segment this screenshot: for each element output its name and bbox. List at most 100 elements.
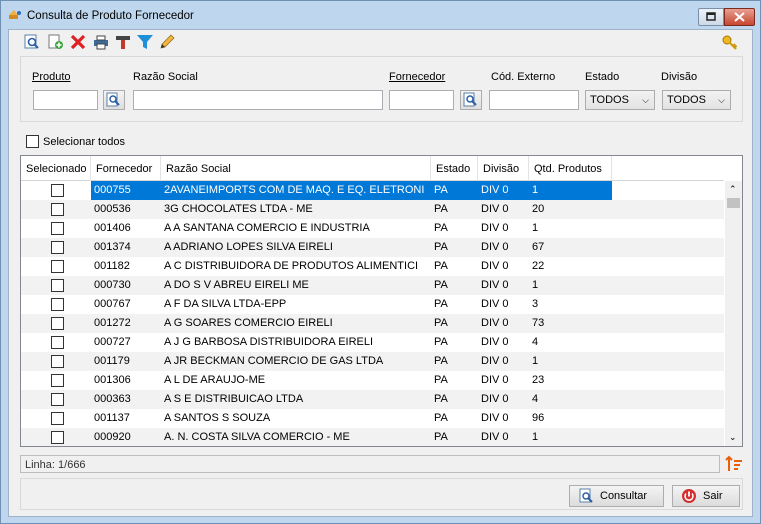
- cell-qtd: 22: [532, 260, 545, 272]
- row-checkbox[interactable]: [51, 374, 64, 387]
- row-checkbox[interactable]: [51, 412, 64, 425]
- column-header-divisao[interactable]: Divisão: [478, 156, 529, 181]
- button-panel: Consultar Sair: [20, 478, 743, 510]
- cell-fornecedor: 000363: [94, 393, 131, 405]
- cell-estado: PA: [434, 260, 448, 272]
- cell-estado: PA: [434, 222, 448, 234]
- chevron-down-icon: ⌵: [718, 95, 725, 105]
- table-row[interactable]: 001182 A C DISTRIBUIDORA DE PRODUTOS ALIM…: [21, 257, 724, 276]
- row-checkbox[interactable]: [51, 336, 64, 349]
- row-checkbox[interactable]: [51, 203, 64, 216]
- cell-qtd: 96: [532, 412, 545, 424]
- cod-externo-input[interactable]: [489, 90, 579, 110]
- column-header-estado[interactable]: Estado: [431, 156, 478, 181]
- table-row[interactable]: 000920 A. N. COSTA SILVA COMERCIO - ME PA D…: [21, 428, 724, 446]
- sair-button[interactable]: Sair: [672, 485, 740, 507]
- row-checkbox[interactable]: [51, 393, 64, 406]
- key-icon[interactable]: [721, 34, 739, 52]
- table-row[interactable]: 000727 A J G BARBOSA DISTRIBUIDORA EIRELI…: [21, 333, 724, 352]
- cell-razao: A. N. COSTA SILVA COMERCIO - ME: [164, 431, 350, 443]
- window-title: Consulta de Produto Fornecedor: [27, 10, 194, 22]
- filter-icon[interactable]: [136, 33, 154, 51]
- supplier-grid[interactable]: Selecionado Fornecedor Razão Social Esta…: [20, 155, 743, 447]
- produto-lookup-button[interactable]: [103, 90, 125, 110]
- row-select-cell: [21, 238, 91, 257]
- column-header-selecionado[interactable]: Selecionado: [21, 156, 91, 181]
- cod-externo-label: Cód. Externo: [491, 71, 556, 83]
- row-checkbox[interactable]: [51, 431, 64, 444]
- cell-estado: PA: [434, 336, 448, 348]
- cell-divisao: DIV 0: [481, 393, 509, 405]
- sort-icon[interactable]: [725, 455, 743, 473]
- row-checkbox[interactable]: [51, 241, 64, 254]
- print-icon[interactable]: [92, 33, 110, 51]
- cell-fornecedor: 001406: [94, 222, 131, 234]
- cell-qtd: 20: [532, 203, 545, 215]
- scroll-down-icon[interactable]: ⌄: [729, 432, 737, 443]
- divisao-select[interactable]: TODOS ⌵: [662, 90, 731, 110]
- tools-icon[interactable]: [114, 33, 132, 51]
- table-row[interactable]: 000536 3G CHOCOLATES LTDA - ME PA DIV 0 20: [21, 200, 724, 219]
- row-checkbox[interactable]: [51, 260, 64, 273]
- cell-divisao: DIV 0: [481, 374, 509, 386]
- scroll-thumb[interactable]: [727, 198, 740, 208]
- produto-input[interactable]: [33, 90, 98, 110]
- scroll-up-icon[interactable]: ⌃: [729, 184, 737, 195]
- cell-qtd: 67: [532, 241, 545, 253]
- close-button[interactable]: [724, 8, 755, 26]
- cell-fornecedor: 001306: [94, 374, 131, 386]
- chevron-down-icon: ⌵: [642, 95, 649, 105]
- cell-divisao: DIV 0: [478, 181, 529, 200]
- row-checkbox[interactable]: [51, 298, 64, 311]
- row-select-cell: [21, 409, 91, 428]
- search-icon: [463, 92, 477, 107]
- column-header-qtd-produtos[interactable]: Qtd. Produtos: [529, 156, 612, 181]
- fornecedor-label: Fornecedor: [389, 71, 446, 83]
- consultar-button[interactable]: Consultar: [569, 485, 664, 507]
- title-bar[interactable]: Consulta de Produto Fornecedor: [1, 1, 760, 29]
- cell-estado: PA: [434, 374, 448, 386]
- add-document-icon[interactable]: [46, 33, 64, 51]
- column-header-fornecedor[interactable]: Fornecedor: [91, 156, 161, 181]
- estado-select[interactable]: TODOS ⌵: [585, 90, 655, 110]
- row-checkbox[interactable]: [51, 222, 64, 235]
- row-checkbox[interactable]: [51, 355, 64, 368]
- cell-divisao: DIV 0: [481, 298, 509, 310]
- table-row[interactable]: 001137 A SANTOS S SOUZA PA DIV 0 96: [21, 409, 724, 428]
- razao-social-input[interactable]: [133, 90, 383, 110]
- select-all-checkbox[interactable]: Selecionar todos: [26, 135, 125, 148]
- cell-fornecedor: 000730: [94, 279, 131, 291]
- power-icon: [682, 489, 696, 503]
- cell-razao: A C DISTRIBUIDORA DE PRODUTOS ALIMENTICI: [164, 260, 419, 272]
- table-row[interactable]: 001406 A A SANTANA COMERCIO E INDUSTRIA PA…: [21, 219, 724, 238]
- table-row[interactable]: 001272 A G SOARES COMERCIO EIRELI PA DIV 0 7…: [21, 314, 724, 333]
- fornecedor-input[interactable]: [389, 90, 454, 110]
- filter-panel: Produto Razão Social Fornecedor Cód. Ext…: [20, 56, 743, 122]
- table-row[interactable]: 000755 2AVANEIMPORTS COM DE MAQ. E EQ. EL…: [21, 181, 724, 200]
- table-row[interactable]: 000363 A S E DISTRIBUICAO LTDA PA DIV 0 4: [21, 390, 724, 409]
- column-header-razao-social[interactable]: Razão Social: [161, 156, 431, 181]
- cell-divisao: DIV 0: [481, 431, 509, 443]
- cell-estado: PA: [434, 431, 448, 443]
- row-checkbox[interactable]: [51, 184, 64, 197]
- restore-button[interactable]: [698, 8, 724, 26]
- row-checkbox[interactable]: [51, 279, 64, 292]
- table-row[interactable]: 000767 A F DA SILVA LTDA-EPP PA DIV 0 3: [21, 295, 724, 314]
- table-row[interactable]: 001306 A L DE ARAUJO-ME PA DIV 0 23: [21, 371, 724, 390]
- vertical-scrollbar[interactable]: ⌃ ⌄: [725, 181, 742, 446]
- cell-qtd: 23: [532, 374, 545, 386]
- cell-divisao: DIV 0: [481, 279, 509, 291]
- row-checkbox[interactable]: [51, 317, 64, 330]
- fornecedor-lookup-button[interactable]: [460, 90, 482, 110]
- divisao-value: TODOS: [667, 94, 706, 106]
- delete-icon[interactable]: [69, 33, 87, 51]
- table-row[interactable]: 001374 A ADRIANO LOPES SILVA EIRELI PA DIV …: [21, 238, 724, 257]
- edit-icon[interactable]: [158, 33, 176, 51]
- cell-estado: PA: [434, 241, 448, 253]
- search-document-icon[interactable]: [23, 33, 41, 51]
- checkbox[interactable]: [26, 135, 39, 148]
- table-row[interactable]: 001179 A JR BECKMAN COMERCIO DE GAS LTDA P…: [21, 352, 724, 371]
- table-row[interactable]: 000730 A DO S V ABREU EIRELI ME PA DIV 0 1: [21, 276, 724, 295]
- row-select-cell: [21, 200, 91, 219]
- cell-fornecedor: 001182: [94, 260, 130, 272]
